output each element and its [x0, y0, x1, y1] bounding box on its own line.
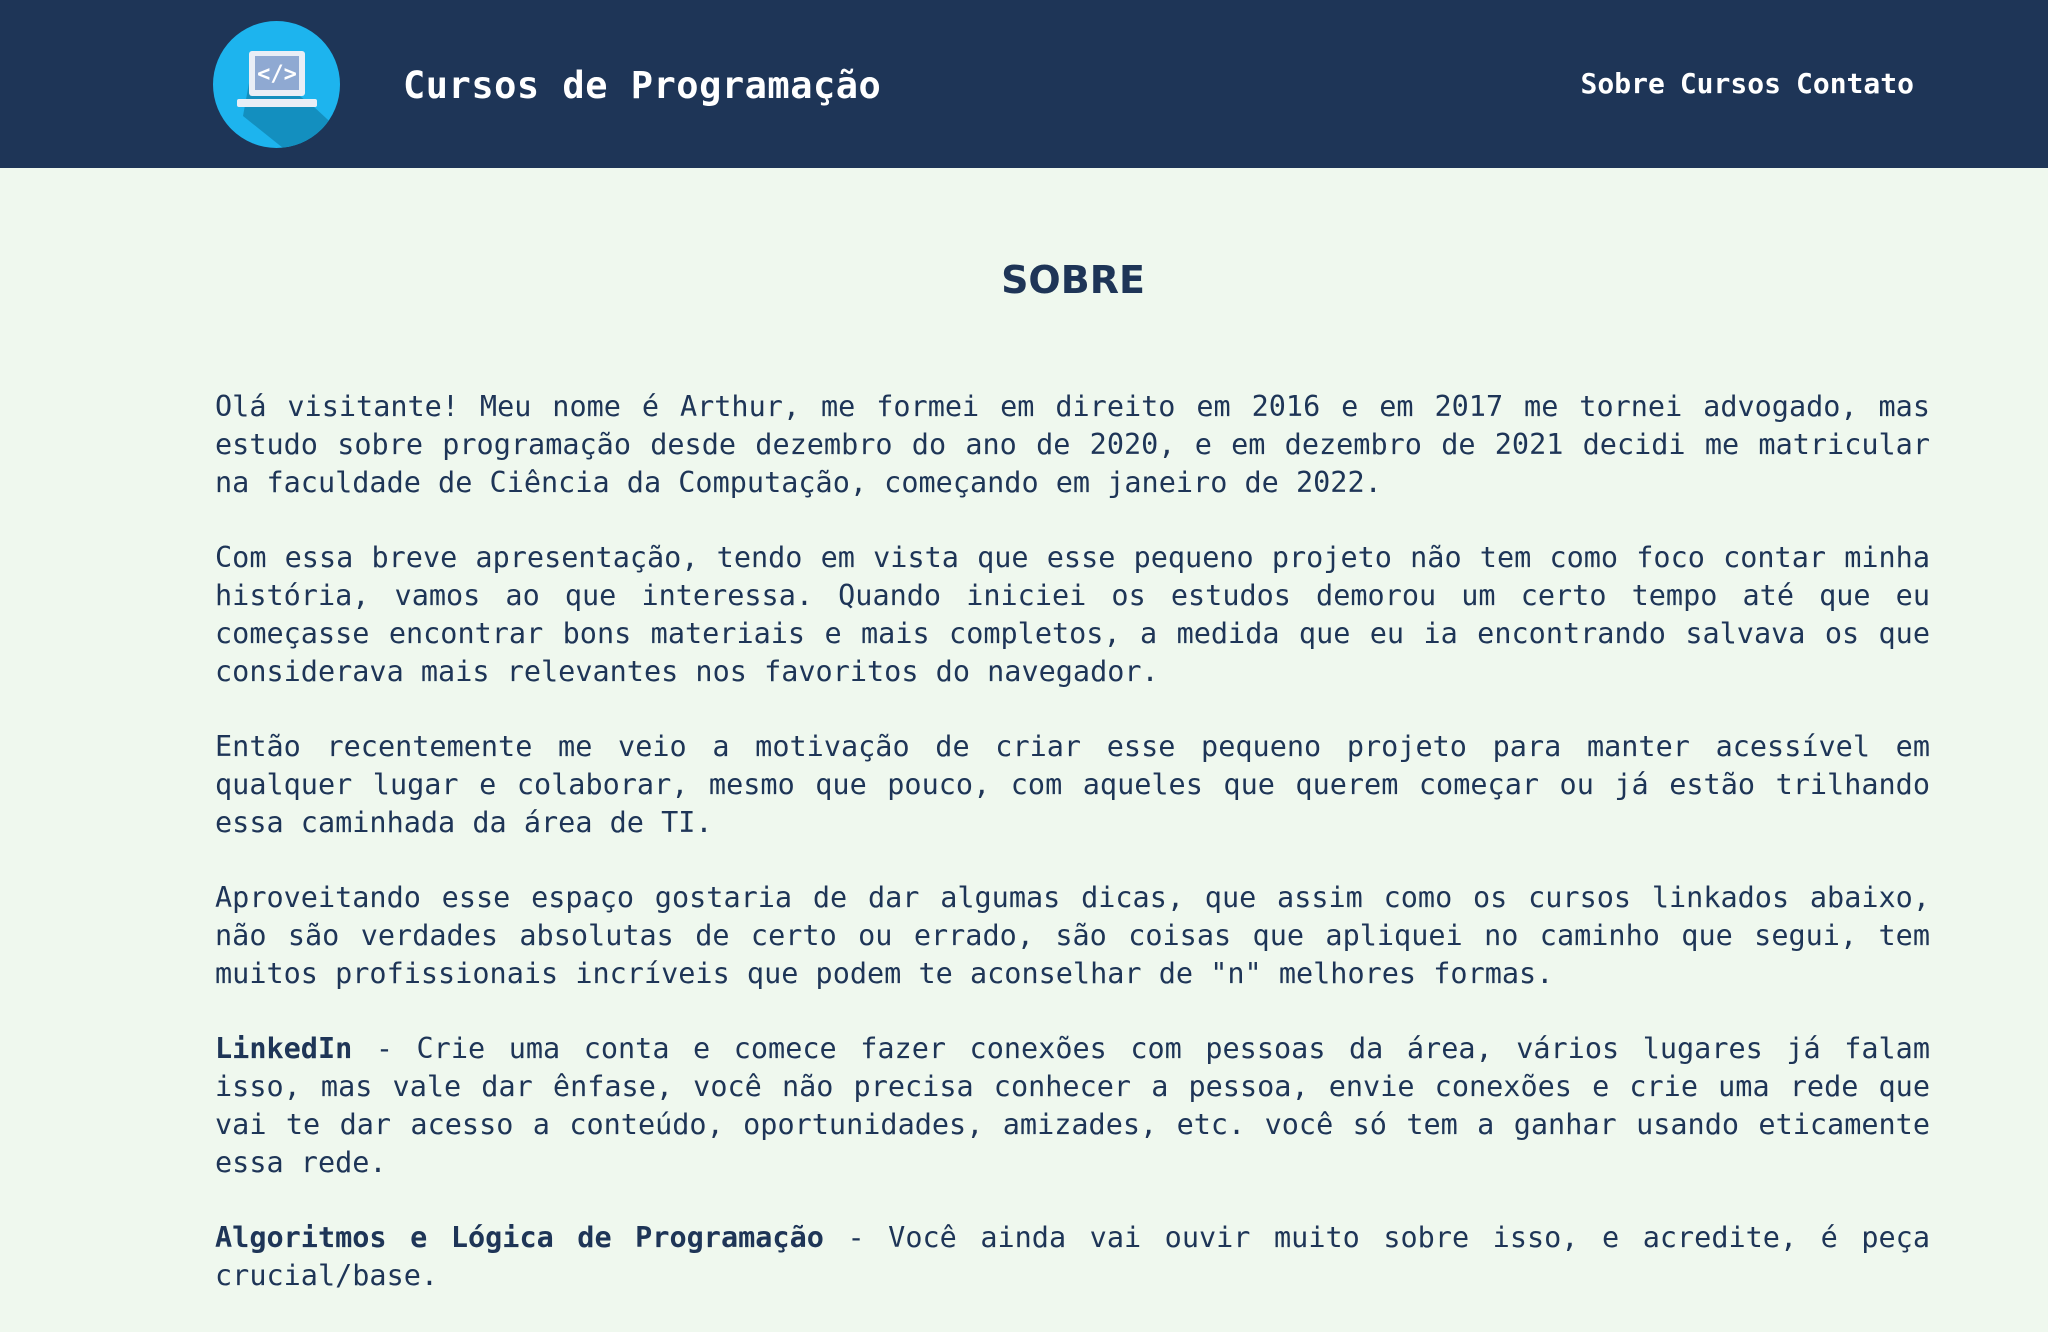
- tips-intro-paragraph: Aproveitando esse espaço gostaria de dar…: [215, 881, 1930, 990]
- tip-linkedin-text: - Crie uma conta e comece fazer conexões…: [215, 1032, 1930, 1179]
- nav-link-contato[interactable]: Contato: [1796, 64, 1914, 104]
- intro-paragraph: Olá visitante! Meu nome é Arthur, me for…: [215, 390, 1930, 499]
- presentation-paragraph: Com essa breve apresentação, tendo em vi…: [215, 541, 1930, 688]
- tip-algorithms-title: Algoritmos e Lógica de Programação: [215, 1221, 824, 1254]
- tip-linkedin: LinkedIn - Crie uma conta e comece fazer…: [215, 1030, 1930, 1182]
- tip-linkedin-title: LinkedIn: [215, 1032, 353, 1065]
- site-header: </> Cursos de Programação Sobre Cursos C…: [0, 0, 2048, 168]
- nav-link-cursos[interactable]: Cursos: [1680, 64, 1781, 104]
- svg-text:</>: </>: [257, 62, 297, 87]
- logo-graphic: </>: [237, 51, 340, 148]
- main-nav: Sobre Cursos Contato: [1581, 64, 1914, 104]
- tip-algorithms: Algoritmos e Lógica de Programação - Voc…: [215, 1219, 1930, 1295]
- site-title[interactable]: Cursos de Programação: [403, 58, 881, 114]
- about-content: Olá visitante! Meu nome é Arthur, me for…: [215, 388, 1930, 1332]
- motivation-paragraph: Então recentemente me veio a motivação d…: [215, 730, 1930, 839]
- code-laptop-icon[interactable]: </>: [213, 21, 340, 148]
- page-heading: SOBRE: [1001, 258, 1145, 302]
- nav-link-sobre[interactable]: Sobre: [1581, 64, 1665, 104]
